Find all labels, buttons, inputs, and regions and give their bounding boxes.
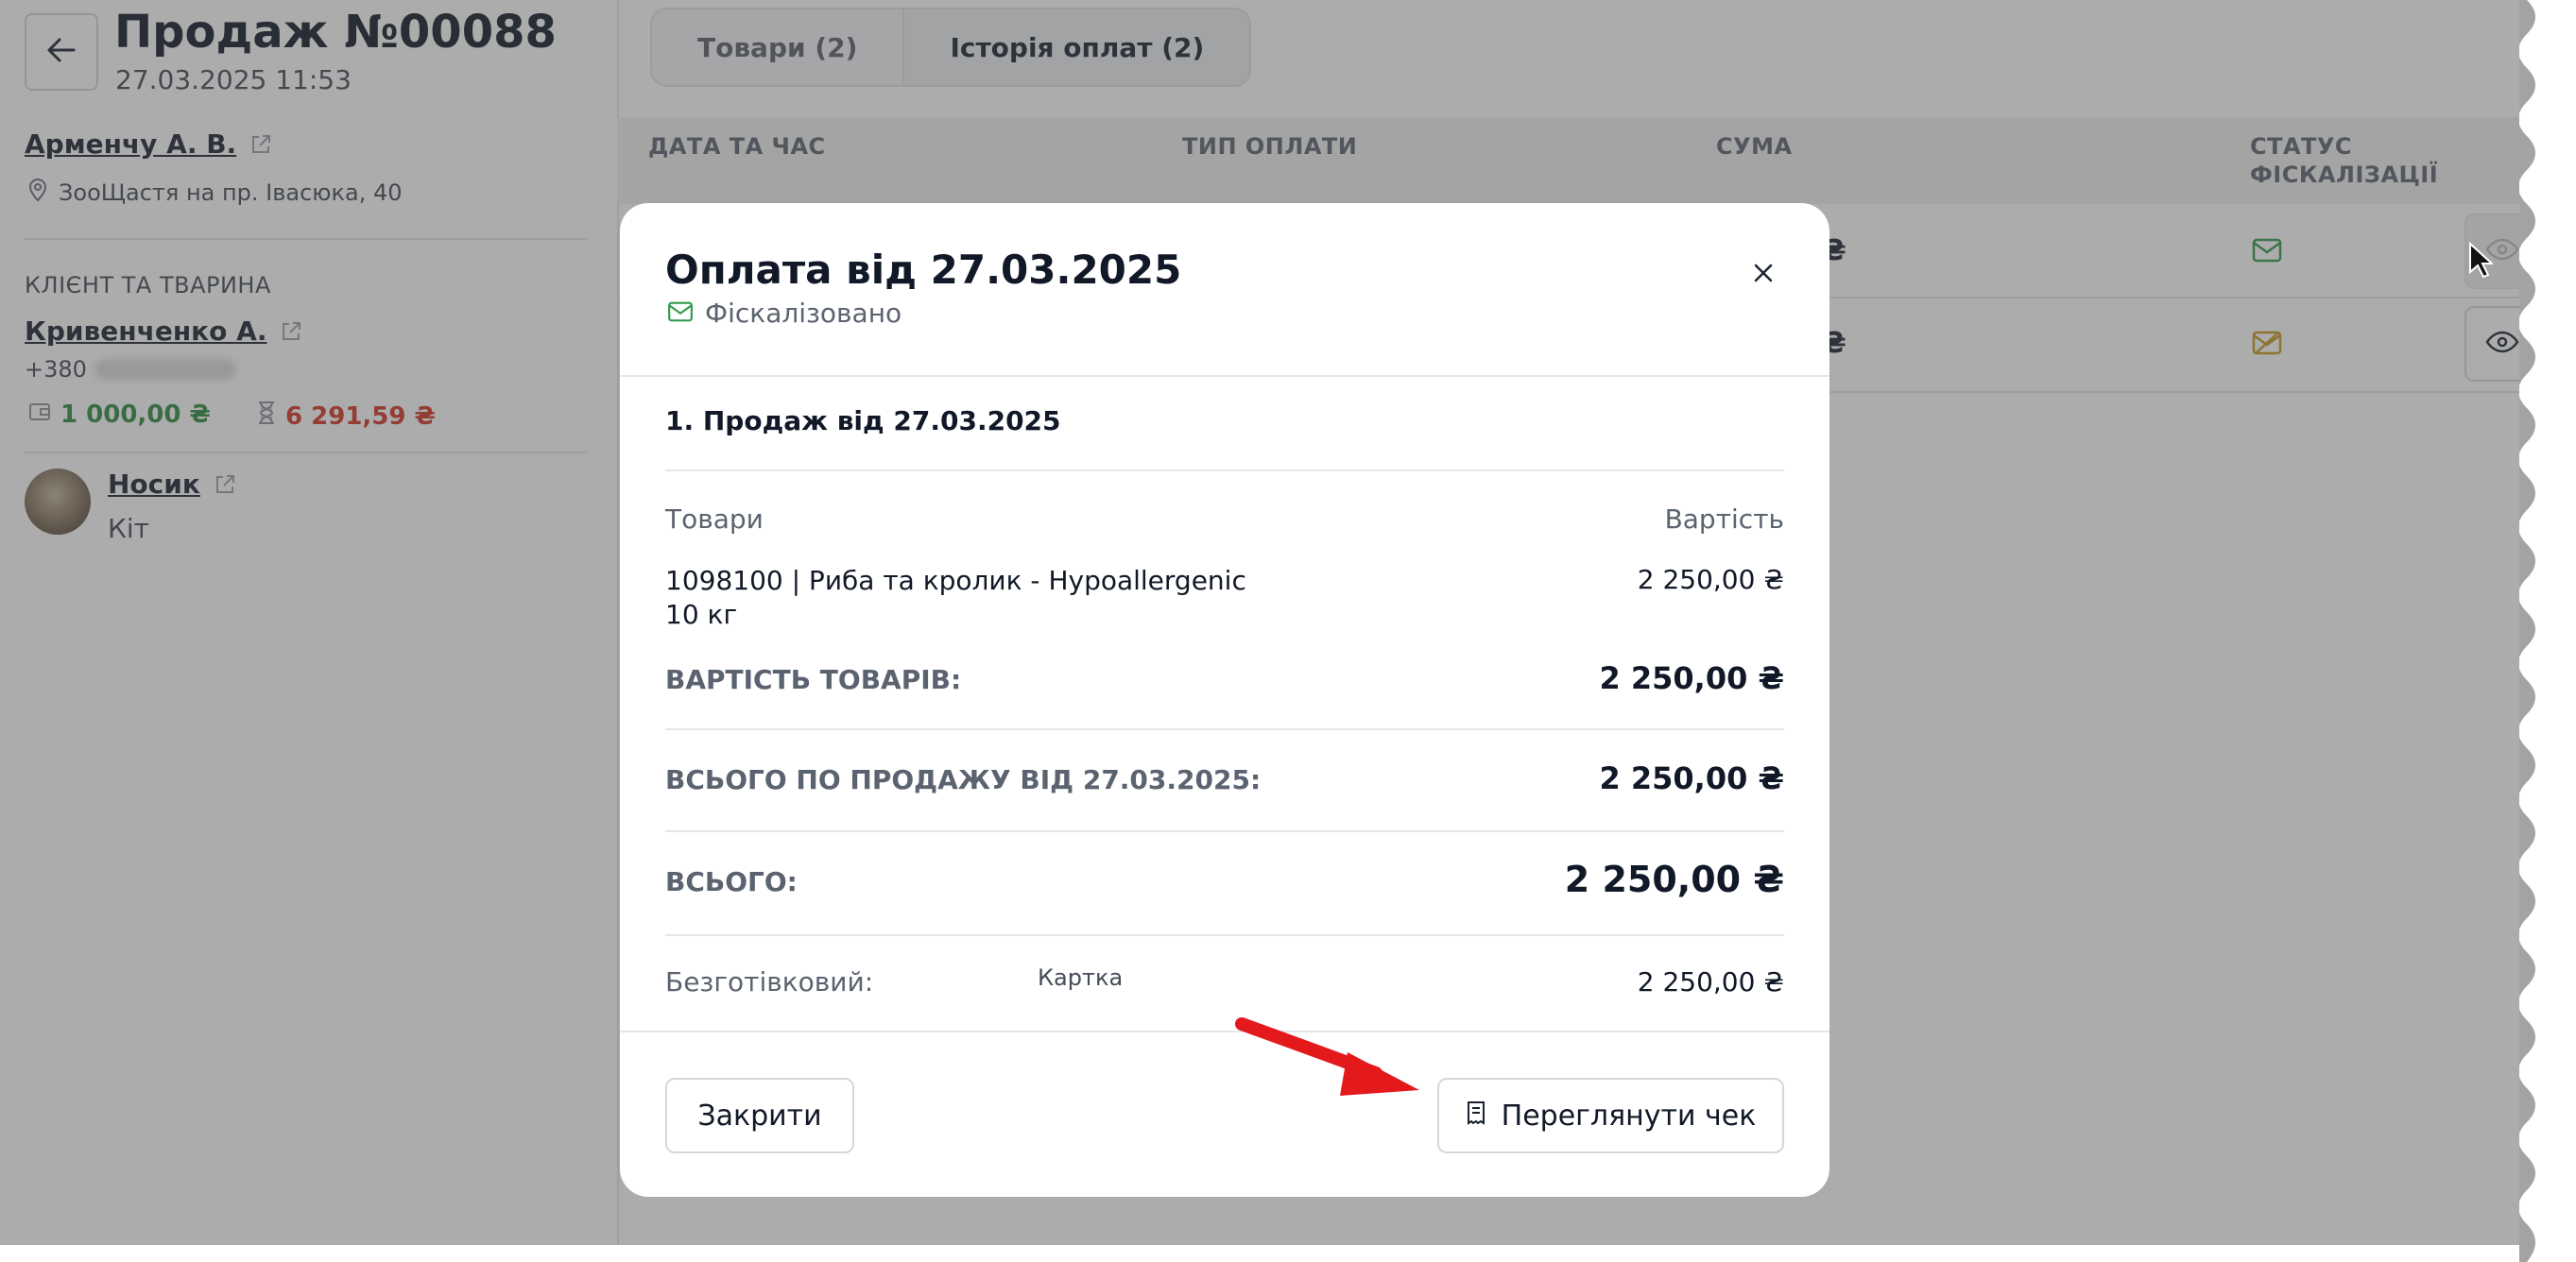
item-name: 1098100 | Риба та кролик - Hypoallergeni…: [665, 565, 1246, 630]
item-price: 2 250,00 ₴: [1637, 564, 1784, 595]
goods-total-value: 2 250,00 ₴: [1599, 660, 1784, 696]
app-window: Продаж №00088 27.03.2025 11:53 Арменчу А…: [0, 0, 2551, 1245]
torn-edge-decoration: [2519, 0, 2576, 1262]
divider: [620, 1031, 1829, 1032]
divider: [665, 934, 1784, 936]
sale-total-value: 2 250,00 ₴: [1599, 760, 1784, 796]
view-receipt-button[interactable]: Переглянути чек: [1437, 1078, 1784, 1153]
annotation-arrow-icon: [1234, 1011, 1423, 1109]
grand-total-value: 2 250,00 ₴: [1564, 859, 1784, 900]
fiscal-status: Фіскалізовано: [667, 298, 902, 329]
payment-details-modal: Оплата від 27.03.2025 Фіскалізовано 1. П…: [620, 203, 1829, 1197]
payment-type-label: Безготівковий:: [665, 966, 874, 998]
grand-total-label: ВСЬОГО:: [665, 866, 798, 897]
sale-total-label: ВСЬОГО ПО ПРОДАЖУ ВІД 27.03.2025:: [665, 764, 1262, 795]
receipt-icon: [1466, 1100, 1486, 1133]
fiscal-status-text: Фіскалізовано: [705, 298, 902, 329]
close-button[interactable]: Закрити: [665, 1078, 854, 1153]
goods-column-header: Товари: [665, 503, 764, 535]
divider: [665, 728, 1784, 730]
divider: [665, 469, 1784, 471]
cost-column-header: Вартість: [1664, 503, 1784, 535]
divider: [665, 830, 1784, 832]
fiscalized-envelope-icon: [667, 298, 694, 329]
payment-value: 2 250,00 ₴: [1637, 966, 1784, 998]
modal-title: Оплата від 27.03.2025: [665, 247, 1182, 293]
sale-section-title: 1. Продаж від 27.03.2025: [665, 405, 1061, 436]
mouse-cursor-icon: [2468, 241, 2495, 281]
payment-method: Картка: [1038, 964, 1124, 991]
divider: [620, 375, 1829, 377]
view-receipt-label: Переглянути чек: [1501, 1099, 1757, 1133]
goods-total-label: ВАРТІСТЬ ТОВАРІВ:: [665, 664, 962, 695]
close-icon[interactable]: [1743, 252, 1784, 294]
